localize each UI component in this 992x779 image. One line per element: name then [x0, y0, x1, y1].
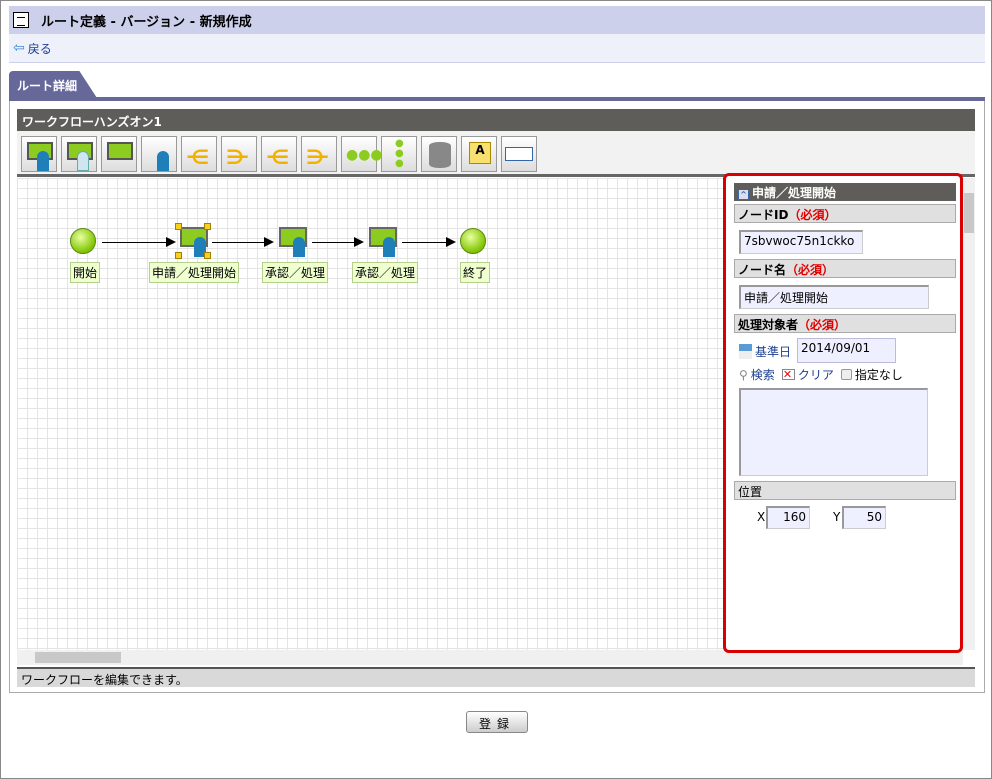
status-bar: ワークフローを編集できます。: [17, 667, 975, 687]
register-button[interactable]: 登録: [466, 711, 528, 733]
collapse-icon[interactable]: ^: [738, 189, 749, 200]
start-node[interactable]: [70, 228, 96, 254]
node-label[interactable]: 終了: [460, 262, 491, 283]
node-name-section: ノード名（必須）: [734, 259, 956, 278]
none-checkbox[interactable]: [840, 369, 852, 380]
sequence-tool-button[interactable]: ●●●: [341, 136, 383, 172]
vertical-scroll-thumb[interactable]: [964, 193, 974, 233]
node-name-field[interactable]: 申請／処理開始: [739, 285, 929, 309]
back-arrow-icon[interactable]: ⇦: [13, 40, 25, 56]
resize-handle[interactable]: [204, 223, 211, 230]
base-date-field[interactable]: 2014/09/01: [797, 338, 896, 363]
vertical-scrollbar[interactable]: [963, 178, 975, 650]
toolbar: ⋲ ⋺ ⋲ ⋺ ●●● ● ● ● A: [17, 131, 975, 177]
clear-link[interactable]: クリア: [798, 366, 834, 383]
page-title: ルート定義 - バージョン - 新規作成: [41, 14, 252, 30]
conditional-split-tool-button[interactable]: ⋲: [261, 136, 297, 172]
target-label: 処理対象者: [738, 318, 799, 332]
position-label: 位置: [738, 485, 763, 499]
end-node[interactable]: [460, 228, 486, 254]
parallel-tool-button[interactable]: ● ● ●: [381, 136, 417, 172]
target-list[interactable]: [739, 388, 928, 476]
node-label[interactable]: 承認／処理: [352, 262, 419, 283]
required-marker: （必須）: [786, 263, 835, 277]
resize-handle[interactable]: [204, 252, 211, 259]
x-field[interactable]: 160: [766, 506, 810, 529]
annotation-tool-button[interactable]: A: [461, 136, 497, 172]
node-id-section: ノードID（必須）: [734, 204, 956, 223]
required-marker: （必須）: [788, 208, 837, 222]
workflow-title: ワークフローハンズオン1: [17, 109, 975, 131]
tab-route-detail[interactable]: ルート詳細: [9, 71, 97, 98]
title-bar: ルート定義 - バージョン - 新規作成: [9, 6, 985, 34]
task-node[interactable]: [279, 227, 309, 257]
user-task-tool-button[interactable]: [21, 136, 57, 172]
user-task-alt-tool-button[interactable]: [61, 136, 97, 172]
resize-handle[interactable]: [175, 252, 182, 259]
horizontal-scroll-thumb[interactable]: [35, 652, 121, 663]
node-label[interactable]: 開始: [70, 262, 101, 283]
task-node[interactable]: [369, 227, 399, 257]
property-panel-title: 申請／処理開始: [752, 186, 837, 200]
none-checkbox-label[interactable]: 指定なし: [855, 366, 903, 383]
back-link[interactable]: 戻る: [28, 40, 52, 57]
target-section: 処理対象者（必須）: [734, 314, 956, 333]
resize-handle[interactable]: [175, 223, 182, 230]
property-panel-header: ^ 申請／処理開始: [734, 183, 956, 201]
database-tool-button[interactable]: [421, 136, 457, 172]
property-panel: ^ 申請／処理開始 ノードID（必須） 7sbvwoc75n1ckko ノード名（…: [723, 173, 963, 653]
required-marker: （必須）: [798, 318, 847, 332]
search-link[interactable]: 検索: [751, 366, 775, 383]
base-date-row: 基準日: [739, 343, 791, 360]
conditional-join-tool-button[interactable]: ⋺: [301, 136, 337, 172]
search-icon[interactable]: ⚲: [739, 368, 748, 382]
edge[interactable]: [102, 237, 176, 247]
split-tool-button[interactable]: ⋲: [181, 136, 217, 172]
node-id-field[interactable]: 7sbvwoc75n1ckko: [739, 230, 863, 254]
system-task-tool-button[interactable]: [101, 136, 137, 172]
node-label[interactable]: 承認／処理: [262, 262, 329, 283]
panel-tool-button[interactable]: [501, 136, 537, 172]
node-id-label: ノードID: [738, 208, 789, 222]
target-actions: ⚲ 検索 ✕ クリア 指定なし: [739, 366, 903, 383]
edge[interactable]: [402, 237, 456, 247]
edge[interactable]: [212, 237, 274, 247]
back-bar: ⇦ 戻る: [9, 34, 985, 63]
node-name-label: ノード名: [738, 263, 787, 277]
join-tool-button[interactable]: ⋺: [221, 136, 257, 172]
clear-icon[interactable]: ✕: [781, 369, 795, 380]
node-label[interactable]: 申請／処理開始: [149, 262, 240, 283]
edge[interactable]: [312, 237, 364, 247]
calendar-icon[interactable]: [739, 344, 752, 359]
participant-tool-button[interactable]: [141, 136, 177, 172]
position-section: 位置: [734, 481, 956, 500]
clipboard-icon: [13, 12, 29, 28]
base-date-label: 基準日: [755, 345, 792, 359]
y-label: Y: [833, 510, 841, 524]
y-field[interactable]: 50: [842, 506, 886, 529]
x-label: X: [757, 510, 766, 524]
